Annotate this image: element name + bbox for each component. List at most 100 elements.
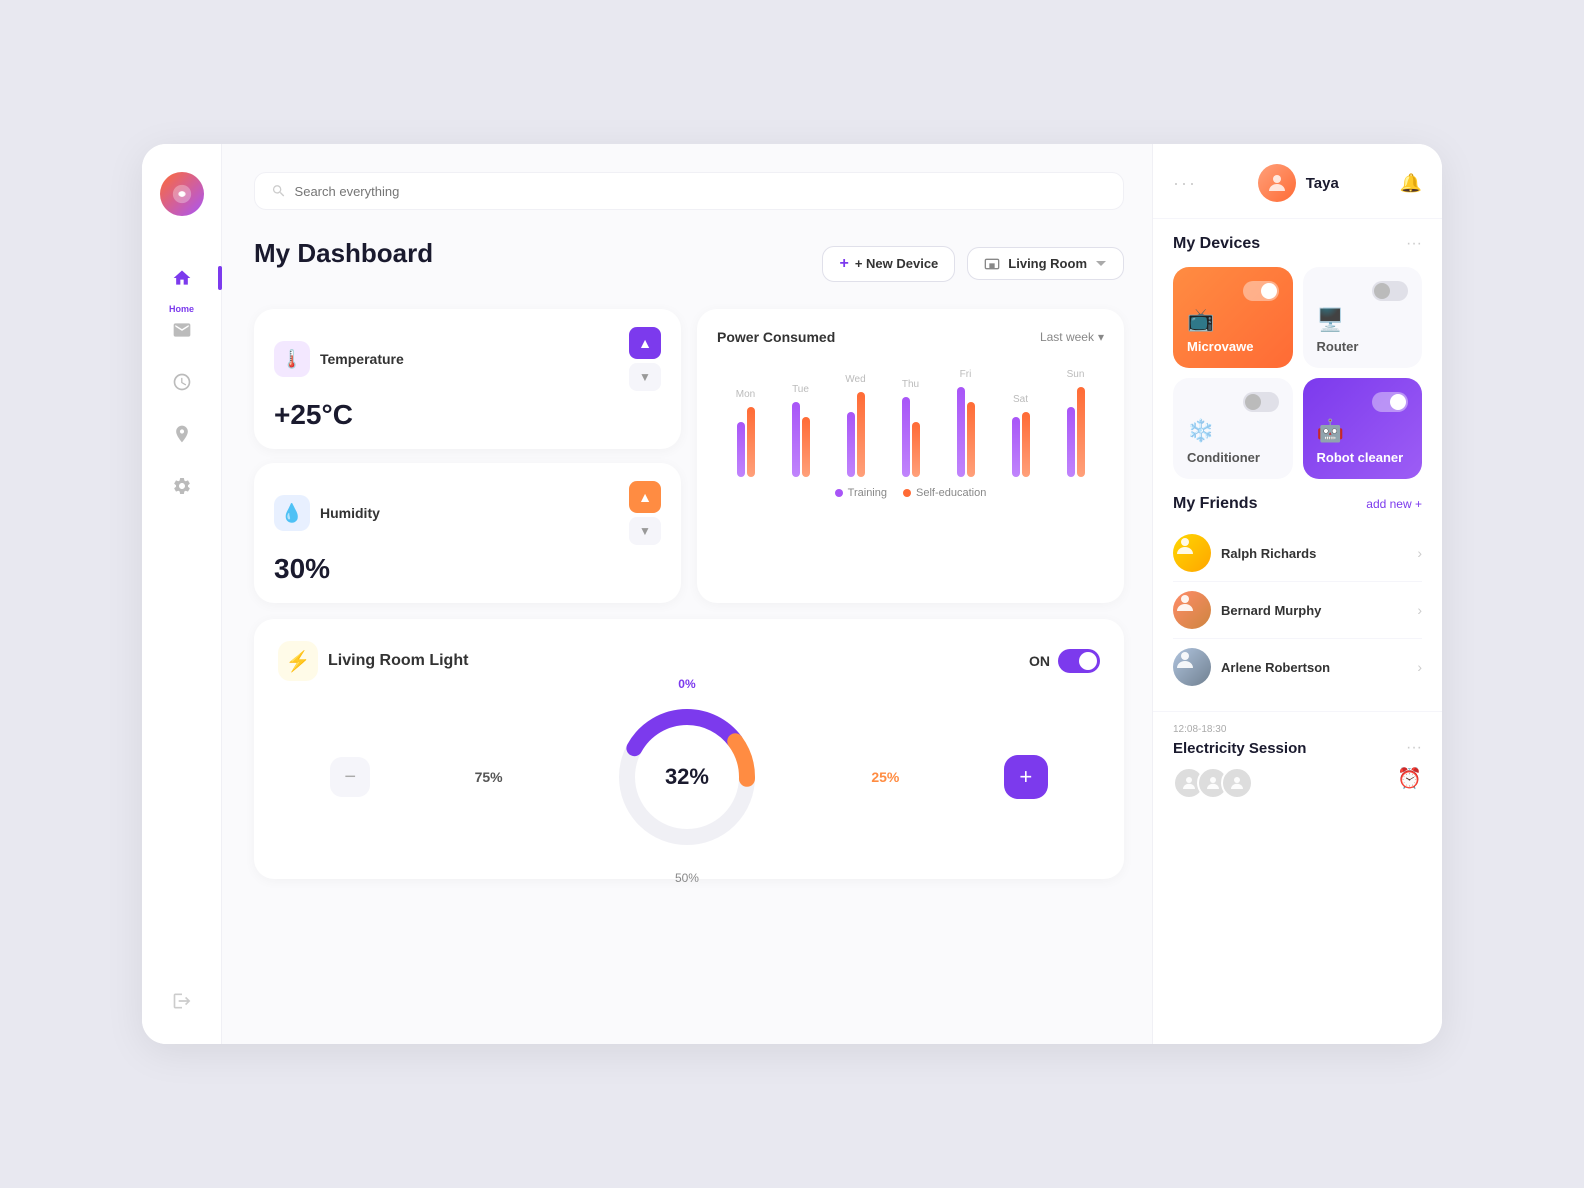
router-toggle[interactable] <box>1372 281 1408 301</box>
friend-chevron-3: › <box>1417 659 1422 675</box>
brightness-decrease-button[interactable]: − <box>330 757 370 797</box>
chart-day-tue: Tue <box>776 384 825 477</box>
humidity-up-button[interactable]: ▲ <box>629 481 661 513</box>
device-router[interactable]: 🖥️ Router <box>1303 267 1423 368</box>
chart-day-wed: Wed <box>831 374 880 477</box>
router-icon: 🖥️ <box>1317 307 1409 333</box>
search-icon <box>271 183 287 199</box>
light-body: − 75% 0% 32% <box>278 697 1100 857</box>
room-selector[interactable]: Living Room <box>967 247 1124 280</box>
bar-purple <box>847 412 855 477</box>
devices-header: My Devices ··· <box>1173 235 1422 253</box>
sidebar-item-home[interactable]: Home <box>160 256 204 300</box>
session-avatar-3 <box>1221 767 1253 799</box>
sidebar-item-location[interactable] <box>160 412 204 456</box>
friend-item[interactable]: Arlene Robertson › <box>1173 639 1422 695</box>
alarm-icon: ⏰ <box>1397 766 1422 791</box>
devices-more[interactable]: ··· <box>1406 235 1422 253</box>
sidebar-logout[interactable] <box>172 991 192 1016</box>
app-logo[interactable] <box>160 172 204 216</box>
chart-day-label: Thu <box>902 379 919 390</box>
conditioner-toggle[interactable] <box>1243 392 1279 412</box>
user-name: Taya <box>1306 175 1339 192</box>
robot-toggle[interactable] <box>1372 392 1408 412</box>
session-section: 12:08-18:30 Electricity Session ··· <box>1153 711 1442 815</box>
session-more[interactable]: ··· <box>1406 739 1422 757</box>
device-conditioner[interactable]: ❄️ Conditioner <box>1173 378 1293 479</box>
device-microwave[interactable]: 📺 Microvawe <box>1173 267 1293 368</box>
center-percent: 32% <box>665 764 709 790</box>
light-toggle[interactable] <box>1058 649 1100 673</box>
menu-dots[interactable]: ··· <box>1173 173 1197 194</box>
search-input[interactable] <box>295 184 1107 199</box>
friends-section: My Friends add new + Ralph Richards › B <box>1153 495 1442 711</box>
friend-item[interactable]: Ralph Richards › <box>1173 525 1422 582</box>
chart-day-fri: Fri <box>941 369 990 477</box>
sidebar: Home <box>142 144 222 1044</box>
chart-day-sun: Sun <box>1051 369 1100 477</box>
microwave-icon: 📺 <box>1187 307 1279 333</box>
power-title: Power Consumed <box>717 329 835 345</box>
device-robot-cleaner[interactable]: 🤖 Robot cleaner <box>1303 378 1423 479</box>
temp-down-button[interactable]: ▼ <box>629 363 661 391</box>
friend-chevron-2: › <box>1417 602 1422 618</box>
light-card: ⚡ Living Room Light ON − 75% 0% <box>254 619 1124 879</box>
bar-purple <box>957 387 965 477</box>
user-info: Taya <box>1258 164 1339 202</box>
friend-avatar-1 <box>1173 534 1211 572</box>
brightness-increase-button[interactable]: + <box>1004 755 1048 799</box>
bar-orange <box>747 407 755 477</box>
bar-orange <box>857 392 865 477</box>
cards-grid: 🌡️ Temperature ▲ ▼ +25°C 💧 <box>254 309 1124 879</box>
bar-group <box>792 402 810 477</box>
conditioner-name: Conditioner <box>1187 450 1279 465</box>
humidity-down-button[interactable]: ▼ <box>629 517 661 545</box>
session-avatars <box>1173 767 1245 799</box>
new-device-button[interactable]: + + New Device <box>822 246 955 282</box>
temperature-title: 🌡️ Temperature <box>274 341 404 377</box>
bar-purple <box>792 402 800 477</box>
sidebar-item-mail[interactable] <box>160 308 204 352</box>
light-status: ON <box>1029 649 1100 673</box>
title-actions: + + New Device Living Room <box>822 246 1124 282</box>
router-name: Router <box>1317 339 1409 354</box>
bar-group <box>847 392 865 477</box>
zero-percent: 0% <box>678 677 695 691</box>
devices-title: My Devices <box>1173 235 1260 253</box>
humidity-value: 30% <box>274 553 661 585</box>
humidity-title: 💧 Humidity <box>274 495 380 531</box>
left-percent: 75% <box>475 769 503 785</box>
bar-orange <box>802 417 810 477</box>
chart-day-thu: Thu <box>886 379 935 477</box>
microwave-toggle[interactable] <box>1243 281 1279 301</box>
thermometer-icon: 🌡️ <box>274 341 310 377</box>
sidebar-item-settings[interactable] <box>160 464 204 508</box>
robot-cleaner-icon: 🤖 <box>1317 418 1409 444</box>
bar-purple <box>1012 417 1020 477</box>
notification-bell-icon[interactable]: 🔔 <box>1400 173 1422 194</box>
temp-up-button[interactable]: ▲ <box>629 327 661 359</box>
friend-name-1: Ralph Richards <box>1221 546 1316 561</box>
bar-purple <box>902 397 910 477</box>
legend-training: Training <box>835 487 887 499</box>
donut-chart: 0% 32% 50% <box>607 697 767 857</box>
light-title-group: ⚡ Living Room Light <box>278 641 468 681</box>
bottom-percent: 50% <box>675 871 699 885</box>
bar-group <box>1012 412 1030 477</box>
friends-header: My Friends add new + <box>1173 495 1422 513</box>
friend-item[interactable]: Bernard Murphy › <box>1173 582 1422 639</box>
microwave-name: Microvawe <box>1187 339 1279 354</box>
week-selector[interactable]: Last week ▾ <box>1040 330 1104 344</box>
right-percent: 25% <box>871 769 899 785</box>
session-header: Electricity Session ··· <box>1173 739 1422 757</box>
add-friend-button[interactable]: add new + <box>1366 497 1422 511</box>
sidebar-item-clock[interactable] <box>160 360 204 404</box>
power-header: Power Consumed Last week ▾ <box>717 329 1104 345</box>
temperature-card: 🌡️ Temperature ▲ ▼ +25°C <box>254 309 681 449</box>
light-header: ⚡ Living Room Light ON <box>278 641 1100 681</box>
bar-group <box>902 397 920 477</box>
page-title: My Dashboard <box>254 238 433 269</box>
light-icon: ⚡ <box>278 641 318 681</box>
chart-day-label: Sun <box>1067 369 1085 380</box>
search-bar[interactable] <box>254 172 1124 210</box>
